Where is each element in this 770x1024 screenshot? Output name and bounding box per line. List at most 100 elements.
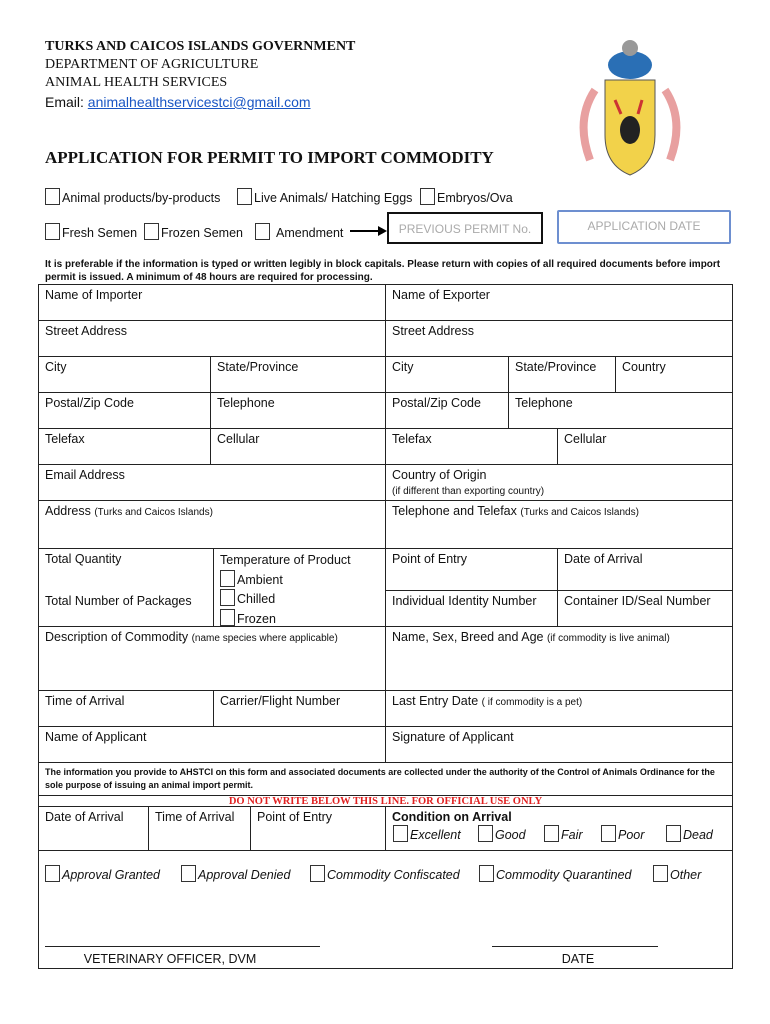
exporter-state-field[interactable]: State/Province (508, 356, 616, 393)
option-frozen-semen[interactable]: Frozen Semen (144, 223, 243, 240)
label: Email Address (45, 468, 125, 482)
exporter-telefax-field[interactable]: Telefax (385, 428, 558, 465)
checkbox[interactable] (479, 865, 494, 882)
checkbox[interactable] (237, 188, 252, 205)
importer-street-field[interactable]: Street Address (38, 320, 386, 357)
label: Condition on Arrival (392, 810, 512, 824)
tci-telephone-field[interactable]: Telephone and Telefax (Turks and Caicos … (385, 500, 733, 549)
option-embryos[interactable]: Embryos/Ova (420, 188, 513, 205)
checkbox[interactable] (666, 825, 681, 842)
last-entry-date-field[interactable]: Last Entry Date ( if commodity is a pet) (385, 690, 733, 727)
checkbox[interactable] (181, 865, 196, 882)
commodity-description-field[interactable]: Description of Commodity (name species w… (38, 626, 386, 691)
condition-dead[interactable]: Dead (666, 825, 713, 842)
checkbox[interactable] (478, 825, 493, 842)
checkbox[interactable] (220, 569, 235, 587)
time-of-arrival-field[interactable]: Time of Arrival (38, 690, 214, 727)
exporter-telephone-field[interactable]: Telephone (508, 392, 733, 429)
checkbox[interactable] (544, 825, 559, 842)
animal-details-field[interactable]: Name, Sex, Breed and Age (if commodity i… (385, 626, 733, 691)
condition-fair[interactable]: Fair (544, 825, 583, 842)
tci-address-field[interactable]: Address (Turks and Caicos Islands) (38, 500, 386, 549)
official-time-arrival-field[interactable]: Time of Arrival (148, 806, 251, 851)
total-quantity-field[interactable]: Total Quantity (38, 548, 214, 591)
total-packages-field[interactable]: Total Number of Packages (38, 590, 214, 627)
label: Date of Arrival (45, 810, 124, 824)
checkbox[interactable] (45, 223, 60, 240)
option-label: Ambient (237, 572, 283, 587)
importer-telefax-field[interactable]: Telefax (38, 428, 211, 465)
exporter-postal-field[interactable]: Postal/Zip Code (385, 392, 509, 429)
checkbox[interactable] (45, 188, 60, 205)
checkbox[interactable] (220, 589, 235, 606)
condition-poor[interactable]: Poor (601, 825, 644, 842)
email-link[interactable]: animalhealthservicestci@gmail.com (88, 94, 311, 110)
identity-number-field[interactable]: Individual Identity Number (385, 590, 558, 627)
decision-approval-granted[interactable]: Approval Granted (45, 865, 160, 882)
option-label: Excellent (410, 828, 461, 842)
importer-cellular-field[interactable]: Cellular (210, 428, 386, 465)
importer-telephone-field[interactable]: Telephone (210, 392, 386, 429)
checkbox[interactable] (144, 223, 159, 240)
official-date-arrival-field[interactable]: Date of Arrival (38, 806, 149, 851)
service: ANIMAL HEALTH SERVICES (45, 75, 228, 90)
previous-permit-input[interactable]: PREVIOUS PERMIT No. (387, 212, 543, 244)
checkbox[interactable] (220, 608, 235, 626)
checkbox[interactable] (601, 825, 616, 842)
option-fresh-semen[interactable]: Fresh Semen (45, 223, 137, 240)
importer-city-field[interactable]: City (38, 356, 211, 393)
label: Cellular (564, 432, 607, 446)
temp-chilled[interactable]: Chilled (220, 589, 275, 606)
label: Street Address (45, 324, 127, 338)
exporter-street-field[interactable]: Street Address (385, 320, 733, 357)
importer-name-field[interactable]: Name of Importer (38, 284, 386, 321)
temp-ambient[interactable]: Ambient (220, 569, 283, 587)
checkbox[interactable] (393, 825, 408, 842)
label: Signature of Applicant (392, 730, 514, 744)
decision-approval-denied[interactable]: Approval Denied (181, 865, 290, 882)
importer-state-field[interactable]: State/Province (210, 356, 386, 393)
option-label: Fair (561, 828, 583, 842)
checkbox[interactable] (255, 223, 270, 240)
checkbox[interactable] (420, 188, 435, 205)
exporter-name-field[interactable]: Name of Exporter (385, 284, 733, 321)
point-of-entry-field[interactable]: Point of Entry (385, 548, 558, 591)
option-live-animals[interactable]: Live Animals/ Hatching Eggs (237, 188, 412, 205)
label: Total Quantity (45, 552, 122, 566)
official-point-entry-field[interactable]: Point of Entry (250, 806, 386, 851)
checkbox[interactable] (45, 865, 60, 882)
condition-good[interactable]: Good (478, 825, 526, 842)
decision-quarantined[interactable]: Commodity Quarantined (479, 865, 631, 882)
checkbox[interactable] (653, 865, 668, 882)
applicant-name-field[interactable]: Name of Applicant (38, 726, 386, 763)
arrow-right-icon (350, 226, 387, 236)
coat-of-arms-logo (579, 40, 681, 176)
temp-frozen[interactable]: Frozen (220, 608, 276, 626)
decision-confiscated[interactable]: Commodity Confiscated (310, 865, 460, 882)
date-signature-line[interactable] (492, 946, 658, 947)
importer-postal-field[interactable]: Postal/Zip Code (38, 392, 211, 429)
label: Telephone (515, 396, 573, 410)
exporter-cellular-field[interactable]: Cellular (557, 428, 733, 465)
application-date-input[interactable]: APPLICATION DATE (557, 210, 731, 244)
decision-other[interactable]: Other (653, 865, 701, 882)
country-of-origin-field[interactable]: Country of Origin (if different than expo… (385, 464, 733, 501)
officer-signature-line[interactable] (45, 946, 320, 947)
condition-excellent[interactable]: Excellent (393, 825, 461, 842)
email-address-field[interactable]: Email Address (38, 464, 386, 501)
exporter-country-field[interactable]: Country (615, 356, 733, 393)
label: Cellular (217, 432, 260, 446)
option-label: Commodity Quarantined (496, 868, 632, 882)
carrier-flight-field[interactable]: Carrier/Flight Number (213, 690, 386, 727)
container-id-field[interactable]: Container ID/Seal Number (557, 590, 733, 627)
label: Telefax (45, 432, 85, 446)
option-amendment[interactable]: Amendment (255, 223, 343, 240)
label: Point of Entry (392, 552, 468, 566)
date-of-arrival-field[interactable]: Date of Arrival (557, 548, 733, 591)
option-animal-products[interactable]: Animal products/by-products (45, 188, 220, 205)
label: Time of Arrival (45, 694, 125, 708)
exporter-city-field[interactable]: City (385, 356, 509, 393)
applicant-signature-field[interactable]: Signature of Applicant (385, 726, 733, 763)
label: Telefax (392, 432, 432, 446)
checkbox[interactable] (310, 865, 325, 882)
